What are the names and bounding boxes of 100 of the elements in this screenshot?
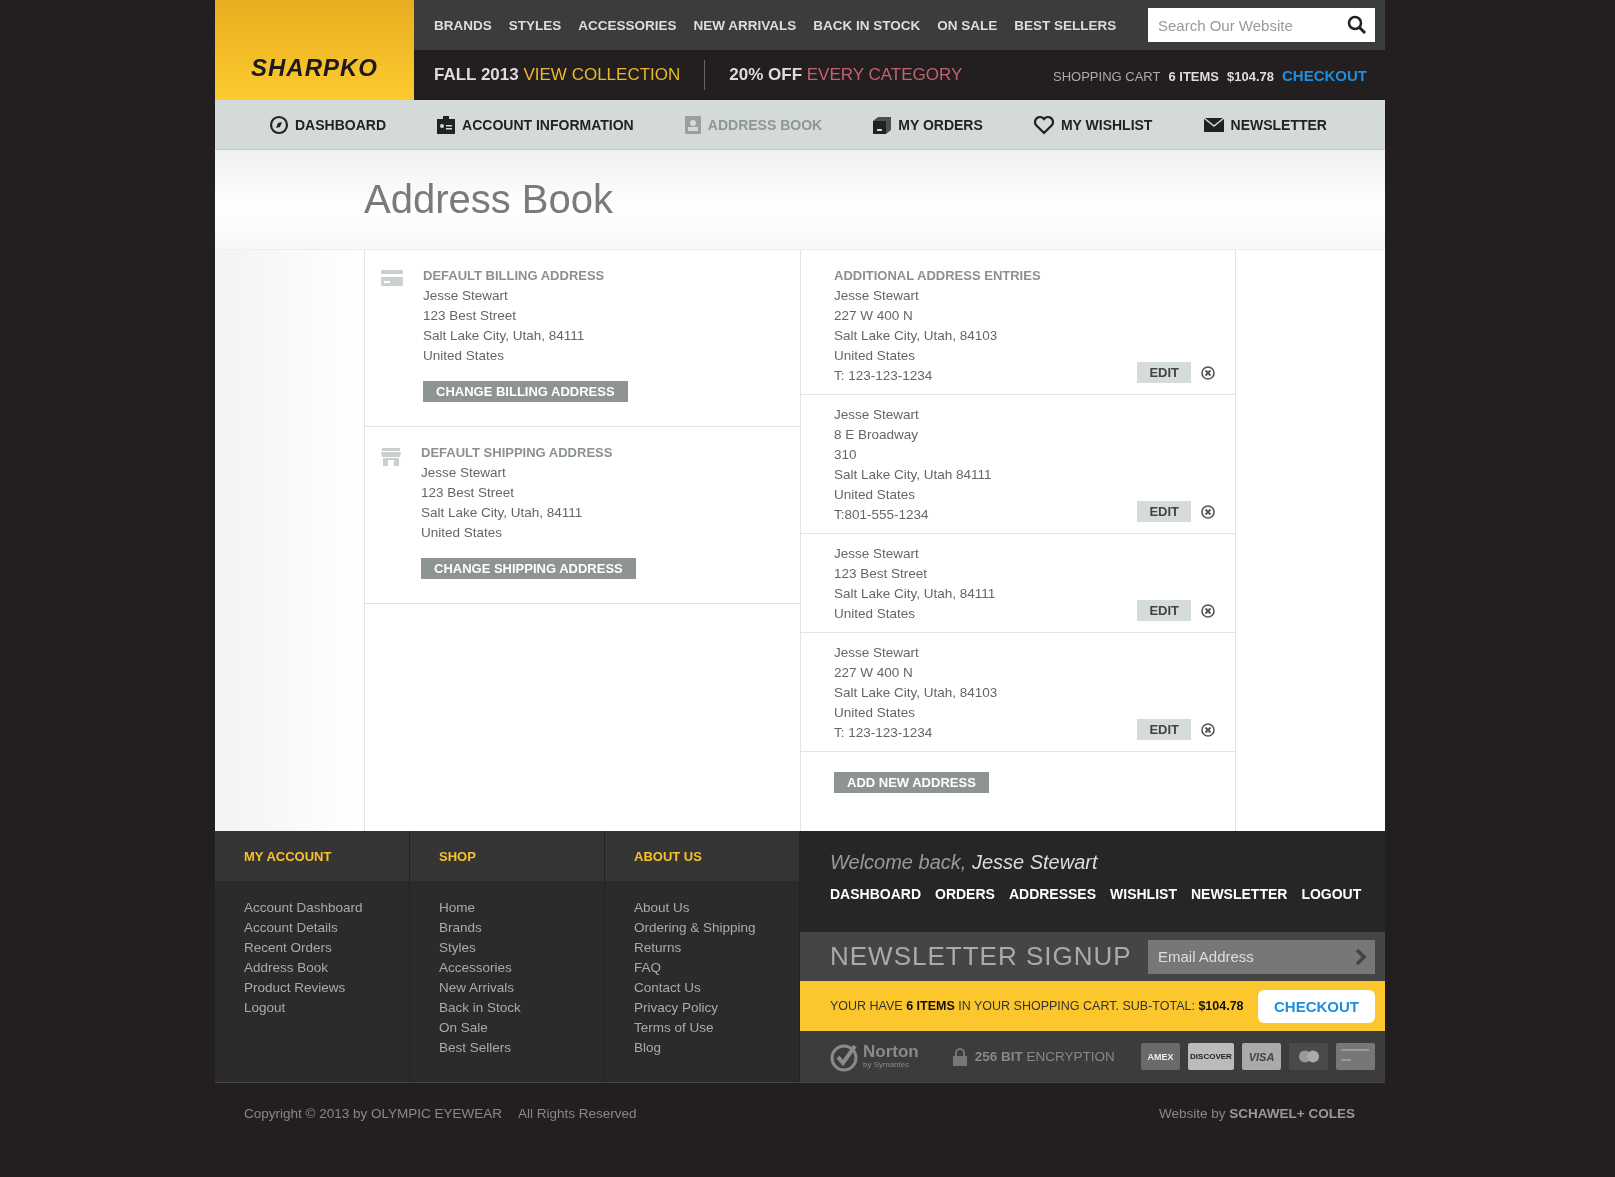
- search-field[interactable]: Search Our Website: [1148, 8, 1375, 42]
- logo[interactable]: SHARPKO: [215, 0, 414, 100]
- account-tab[interactable]: ACCOUNT INFORMATION: [436, 114, 634, 135]
- address-line: Salt Lake City, Utah, 84111: [834, 585, 997, 603]
- address-line: Salt Lake City, Utah 84111: [834, 466, 993, 484]
- amex-card: AMEX: [1141, 1043, 1180, 1070]
- cart-total: $104.78: [1227, 68, 1274, 84]
- footer-heading: SHOP: [439, 848, 476, 864]
- address-line: 123 Best Street: [834, 565, 929, 583]
- footer-link[interactable]: Ordering & Shipping: [634, 918, 799, 938]
- account-link[interactable]: LOGOUT: [1301, 886, 1362, 902]
- footer-link[interactable]: About Us: [634, 898, 799, 918]
- address-line: Salt Lake City, Utah, 84103: [834, 327, 999, 345]
- address-line: T: 123-123-1234: [834, 724, 934, 742]
- footer-link[interactable]: Account Dashboard: [244, 898, 409, 918]
- address-line: 227 W 400 N: [834, 307, 914, 325]
- edit-button[interactable]: EDIT: [1137, 719, 1191, 740]
- account-link[interactable]: ADDRESSES: [1008, 886, 1097, 902]
- address-line: United States: [834, 605, 917, 623]
- footer-link[interactable]: Logout: [244, 998, 409, 1018]
- account-tab[interactable]: DASHBOARD: [269, 114, 386, 135]
- account-link[interactable]: ORDERS: [935, 886, 995, 902]
- welcome-text: Welcome back, Jesse Stewart: [830, 851, 1099, 874]
- address-line: T:801-555-1234: [834, 506, 930, 524]
- account-tab[interactable]: MY WISHLIST: [1032, 114, 1153, 135]
- address-line: United States: [834, 486, 917, 504]
- promo-title: 20% OFF: [729, 65, 803, 84]
- email-field[interactable]: Email Address: [1148, 939, 1375, 974]
- checkout-link[interactable]: CHECKOUT: [1282, 66, 1367, 84]
- footer-heading: MY ACCOUNT: [244, 848, 332, 864]
- address-line: United States: [834, 704, 917, 722]
- footer-link[interactable]: Address Book: [244, 958, 409, 978]
- address-line: Salt Lake City, Utah, 84111: [421, 504, 584, 522]
- address-line: 8 E Broadway: [834, 426, 920, 444]
- rights-text: All Rights Reserved: [518, 1105, 637, 1121]
- footer-link[interactable]: New Arrivals: [439, 978, 604, 998]
- edit-button[interactable]: EDIT: [1137, 600, 1191, 621]
- address-line: Jesse Stewart: [423, 287, 509, 305]
- address-line: Salt Lake City, Utah, 84111: [423, 327, 586, 345]
- address-line: United States: [423, 347, 506, 365]
- norton-badge: Norton by Symantec: [830, 1041, 919, 1072]
- address-line: Jesse Stewart: [834, 545, 920, 563]
- nav-link[interactable]: ON SALE: [937, 17, 998, 33]
- footer-link[interactable]: Returns: [634, 938, 799, 958]
- footer-link[interactable]: Account Details: [244, 918, 409, 938]
- address-line: United States: [834, 347, 917, 365]
- edit-button[interactable]: EDIT: [1137, 362, 1191, 383]
- footer-link[interactable]: Contact Us: [634, 978, 799, 998]
- newsletter-title: NEWSLETTER SIGNUP: [830, 941, 1132, 972]
- address-line: 123 Best Street: [423, 307, 518, 325]
- section-heading: DEFAULT SHIPPING ADDRESS: [421, 445, 614, 460]
- nav-link[interactable]: ACCESSORIES: [578, 17, 677, 33]
- page-title: Address Book: [364, 177, 614, 222]
- address-line: Jesse Stewart: [421, 464, 507, 482]
- discover-card: DISCOVER: [1188, 1043, 1234, 1070]
- account-link[interactable]: WISHLIST: [1110, 886, 1177, 902]
- account-link[interactable]: DASHBOARD: [830, 886, 921, 902]
- edit-button[interactable]: EDIT: [1137, 501, 1191, 522]
- encryption-text: 256 BIT ENCRYPTION: [974, 1049, 1115, 1064]
- promo-link[interactable]: VIEW COLLECTION: [523, 65, 681, 84]
- footer-link[interactable]: Styles: [439, 938, 604, 958]
- footer-heading: ABOUT US: [634, 848, 702, 864]
- footer-link[interactable]: On Sale: [439, 1018, 604, 1038]
- account-tab[interactable]: MY ORDERS: [872, 114, 983, 135]
- footer-link[interactable]: Product Reviews: [244, 978, 409, 998]
- credit-text: Website by SCHAWEL+ COLES: [1159, 1105, 1355, 1121]
- footer-link[interactable]: Accessories: [439, 958, 604, 978]
- section-heading: DEFAULT BILLING ADDRESS: [423, 268, 606, 283]
- checkout-button[interactable]: CHECKOUT: [1258, 989, 1375, 1023]
- nav-link[interactable]: NEW ARRIVALS: [693, 17, 797, 33]
- cart-count: 6 ITEMS: [1168, 68, 1219, 84]
- promo-link[interactable]: EVERY CATEGORY: [806, 65, 963, 84]
- footer-link[interactable]: FAQ: [634, 958, 799, 978]
- address-line: Jesse Stewart: [834, 287, 920, 305]
- footer-link[interactable]: Back in Stock: [439, 998, 604, 1018]
- visa-card: VISA: [1242, 1043, 1281, 1070]
- footer-link[interactable]: Brands: [439, 918, 604, 938]
- address-line: United States: [421, 524, 504, 542]
- footer-link[interactable]: Best Sellers: [439, 1038, 604, 1058]
- cart-label: SHOPPING CART: [1053, 68, 1161, 84]
- address-line: Jesse Stewart: [834, 644, 920, 662]
- address-line: 227 W 400 N: [834, 664, 914, 682]
- cart-summary: YOUR HAVE 6 ITEMS IN YOUR SHOPPING CART. SUB-TOTAL: $104.78: [830, 999, 1244, 1013]
- account-tab[interactable]: NEWSLETTER: [1202, 116, 1327, 133]
- footer-link[interactable]: Terms of Use: [634, 1018, 799, 1038]
- copyright-text: Copyright © 2013 by OLYMPIC EYEWEAR: [244, 1105, 503, 1121]
- nav-link[interactable]: BACK IN STOCK: [813, 17, 921, 33]
- address-line: 123 Best Street: [421, 484, 516, 502]
- footer-link[interactable]: Blog: [634, 1038, 799, 1058]
- footer-link[interactable]: Home: [439, 898, 604, 918]
- address-line: T: 123-123-1234: [834, 367, 934, 385]
- nav-link[interactable]: BRANDS: [434, 17, 492, 33]
- footer-link[interactable]: Recent Orders: [244, 938, 409, 958]
- address-line: Jesse Stewart: [834, 406, 920, 424]
- footer-link[interactable]: Privacy Policy: [634, 998, 799, 1018]
- nav-link[interactable]: BEST SELLERS: [1014, 17, 1117, 33]
- nav-link[interactable]: STYLES: [508, 17, 562, 33]
- address-line: Salt Lake City, Utah, 84103: [834, 684, 999, 702]
- account-link[interactable]: NEWSLETTER: [1190, 886, 1288, 902]
- address-line: 310: [834, 446, 858, 464]
